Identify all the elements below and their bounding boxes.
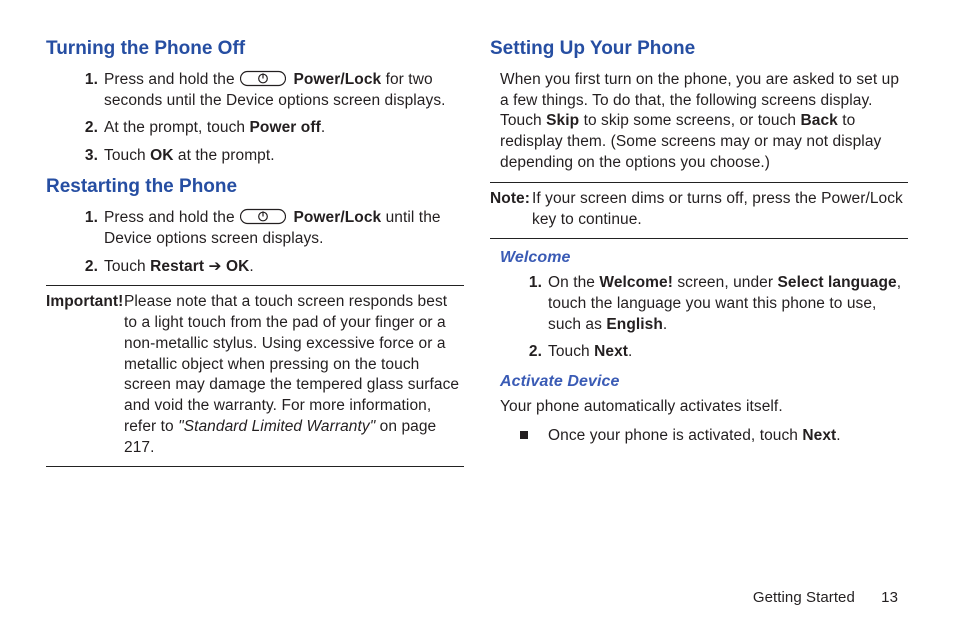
power-lock-key-icon (240, 70, 286, 87)
text: . (249, 258, 253, 275)
text-bold: OK (226, 258, 249, 275)
text-bold: English (606, 316, 663, 333)
text-bold: Power/Lock (293, 209, 381, 226)
divider (46, 285, 464, 286)
heading-turning-off: Turning the Phone Off (46, 36, 464, 62)
text: . (836, 427, 840, 444)
divider (490, 238, 908, 239)
list-item: Once your phone is activated, touch Next… (548, 426, 908, 447)
text: Touch (548, 343, 594, 360)
divider (490, 182, 908, 183)
text: . (321, 119, 325, 136)
step-number: 2. (74, 257, 98, 278)
text-bold: OK (150, 147, 173, 164)
step-number: 2. (74, 118, 98, 139)
heading-restarting: Restarting the Phone (46, 174, 464, 200)
step: 3. Touch OK at the prompt. (104, 146, 464, 167)
text: Once your phone is activated, touch (548, 427, 802, 444)
text-bold: Skip (546, 112, 579, 129)
text: Press and hold the (104, 209, 239, 226)
text: At the prompt, touch (104, 119, 250, 136)
activate-bullets: Once your phone is activated, touch Next… (490, 426, 908, 447)
step-number: 1. (74, 208, 98, 229)
step-number: 2. (518, 342, 542, 363)
note-label: Note: (490, 189, 530, 210)
step-number: 1. (74, 70, 98, 91)
note-text: If your screen dims or turns off, press … (532, 190, 903, 228)
subheading-welcome: Welcome (500, 247, 908, 269)
note-block: Note: If your screen dims or turns off, … (490, 189, 908, 231)
footer-page-number: 13 (881, 589, 898, 606)
important-note: Important! Please note that a touch scre… (46, 292, 464, 459)
activate-intro: Your phone automatically activates itsel… (500, 397, 908, 418)
steps-restarting: 1. Press and hold the Power/Lock until t… (46, 208, 464, 278)
step: 2. Touch Next. (548, 342, 908, 363)
important-text-italic: "Standard Limited Warranty" (178, 418, 375, 435)
left-column: Turning the Phone Off 1. Press and hold … (46, 30, 464, 590)
text: Touch (104, 258, 150, 275)
arrow: ➔ (204, 258, 226, 275)
step: 2. At the prompt, touch Power off. (104, 118, 464, 139)
important-text: Please note that a touch screen responds… (124, 293, 459, 436)
page-footer: Getting Started 13 (0, 588, 954, 608)
text-bold: Back (800, 112, 837, 129)
footer-section: Getting Started (753, 589, 855, 606)
text: screen, under (673, 274, 778, 291)
text-bold: Select language (778, 274, 897, 291)
text: Touch (104, 147, 150, 164)
setup-intro: When you first turn on the phone, you ar… (500, 70, 908, 175)
divider (46, 466, 464, 467)
text: to skip some screens, or touch (579, 112, 800, 129)
subheading-activate: Activate Device (500, 371, 908, 393)
step: 1. Press and hold the Power/Lock for two… (104, 70, 464, 112)
step-number: 3. (74, 146, 98, 167)
power-lock-key-icon (240, 208, 286, 225)
text: at the prompt. (174, 147, 275, 164)
text: Press and hold the (104, 71, 239, 88)
right-column: Setting Up Your Phone When you first tur… (490, 30, 908, 590)
text: . (663, 316, 667, 333)
steps-welcome: 1. On the Welcome! screen, under Select … (490, 273, 908, 364)
heading-setting-up: Setting Up Your Phone (490, 36, 908, 62)
text-bold: Power off (250, 119, 321, 136)
step: 1. On the Welcome! screen, under Select … (548, 273, 908, 336)
text: . (628, 343, 632, 360)
text: On the (548, 274, 599, 291)
steps-turning-off: 1. Press and hold the Power/Lock for two… (46, 70, 464, 168)
text-bold: Next (594, 343, 628, 360)
page-content: Turning the Phone Off 1. Press and hold … (0, 0, 954, 590)
square-bullet-icon (520, 431, 528, 439)
important-label: Important! (46, 292, 123, 313)
text-bold: Restart (150, 258, 204, 275)
step: 2. Touch Restart ➔ OK. (104, 257, 464, 278)
step-number: 1. (518, 273, 542, 294)
step: 1. Press and hold the Power/Lock until t… (104, 208, 464, 250)
text-bold: Power/Lock (293, 71, 381, 88)
text-bold: Welcome! (599, 274, 673, 291)
text-bold: Next (802, 427, 836, 444)
